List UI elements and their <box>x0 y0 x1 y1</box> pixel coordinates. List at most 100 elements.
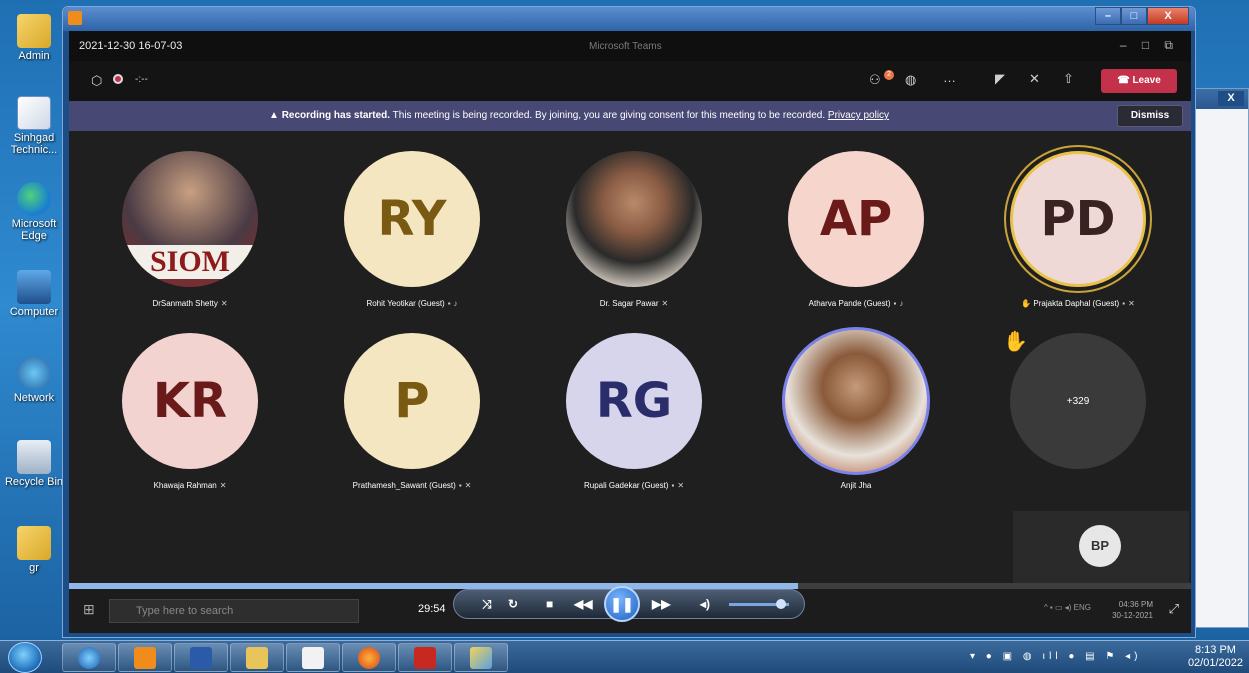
window-controls: – □ X <box>1095 7 1189 25</box>
stop-icon[interactable]: ■ <box>546 597 553 611</box>
desktop-icon-label: gr <box>29 562 39 574</box>
participant-name: Dr. Sagar Pawar ✕ <box>599 299 669 308</box>
participant-name: Rupali Gadekar (Guest) ▪ ✕ <box>583 481 685 490</box>
desktop-icon-recycle-bin[interactable]: Recycle Bin <box>4 440 64 488</box>
repeat-icon[interactable]: ↻ <box>508 597 518 611</box>
desktop-icon-edge[interactable]: Microsoft Edge <box>4 182 64 242</box>
shield-icon: ⬡ <box>91 73 103 88</box>
desktop-icon-gr[interactable]: gr <box>4 526 64 574</box>
warning-icon: ▲ <box>269 110 279 121</box>
fullscreen-icon[interactable]: ⤢ <box>1169 601 1179 617</box>
participants-icon[interactable]: ⚇ <box>869 72 881 88</box>
maximize-button[interactable]: □ <box>1121 7 1147 25</box>
recording-banner-message: This meeting is being recorded. By joini… <box>392 110 826 121</box>
participant-avatar: P <box>344 333 480 469</box>
mic-muted-icon[interactable]: ✕ <box>1029 71 1040 87</box>
desktop-icon-network[interactable]: Network <box>4 356 64 404</box>
close-button[interactable]: X <box>1147 7 1189 25</box>
acrobat-icon <box>414 647 436 669</box>
desktop-icon-label: Admin <box>18 50 50 62</box>
pause-button[interactable]: ❚❚ <box>604 586 640 622</box>
chat-icon[interactable]: ◍ <box>905 72 916 88</box>
desktop-icon-label: Network <box>13 392 55 404</box>
system-tray[interactable]: ▾ ● ▣ ◍ ıll ● ▤ ⚑ ◂) <box>970 651 1141 662</box>
participant-photo <box>566 151 702 287</box>
desktop-icon-admin[interactable]: Admin <box>4 14 64 62</box>
participant-tile[interactable]: RG Rupali Gadekar (Guest) ▪ ✕ <box>539 333 729 490</box>
more-options-icon[interactable]: … <box>943 70 956 85</box>
desktop-icon-sinhgad[interactable]: Sinhgad Technic... <box>4 96 64 156</box>
overflow-participants-tile[interactable]: ✋ +329 <box>983 331 1173 469</box>
desktop-icon-computer[interactable]: Computer <box>4 270 64 318</box>
raised-hand-icon: ✋ <box>1003 331 1028 353</box>
folder-icon <box>17 14 51 48</box>
taskbar-media-player[interactable] <box>118 643 172 672</box>
participant-tile[interactable]: RY Rohit Yeotikar (Guest) ▪ ♪ <box>317 151 507 308</box>
background-window-titlebar: X <box>1196 89 1248 109</box>
internet-explorer-icon <box>78 647 100 669</box>
elapsed-time: 29:54 <box>418 603 446 615</box>
computer-icon <box>17 270 51 304</box>
volume-icon[interactable]: ◂) <box>700 597 710 611</box>
recording-banner: ▲ Recording has started. This meeting is… <box>69 101 1191 131</box>
taskbar-explorer[interactable] <box>230 643 284 672</box>
mic-muted-icon: ✕ <box>219 481 227 490</box>
network-icon <box>17 356 51 390</box>
participant-name: ✋ Prajakta Daphal (Guest) ▪ ✕ <box>1021 299 1135 308</box>
paint-icon <box>470 647 492 669</box>
desktop-icon-label: Microsoft Edge <box>11 218 57 242</box>
taskbar-paint[interactable] <box>454 643 508 672</box>
participant-tile[interactable]: P Prathamesh_Sawant (Guest) ▪ ✕ <box>317 333 507 490</box>
camera-off-icon: ▪ <box>671 481 675 490</box>
share-screen-icon[interactable]: ⇧ <box>1063 71 1074 87</box>
taskbar-ie[interactable] <box>62 643 116 672</box>
shuffle-icon[interactable]: ⤨ <box>482 597 492 612</box>
folder-icon <box>246 647 268 669</box>
camera-off-icon: ▪ <box>458 481 462 490</box>
camera-off-icon: ▪ <box>447 299 451 308</box>
raised-hand-icon: ✋ <box>1021 299 1032 308</box>
mic-icon: ♪ <box>899 299 904 308</box>
camera-off-icon[interactable]: ◤ <box>995 71 1005 87</box>
windows-taskbar: ▾ ● ▣ ◍ ıll ● ▤ ⚑ ◂) 8:13 PM 02/01/2022 <box>0 640 1249 673</box>
recycle-bin-icon <box>17 440 51 474</box>
participant-tile[interactable]: AP Atharva Pande (Guest) ▪ ♪ <box>761 151 951 308</box>
participant-tile[interactable]: SIOM DrSanmath Shetty ✕ <box>95 151 285 308</box>
participant-tile[interactable]: Anjit Jha <box>761 327 951 490</box>
camera-off-icon: ▪ <box>1122 299 1126 308</box>
privacy-policy-link[interactable]: Privacy policy <box>828 110 889 121</box>
participant-name: DrSanmath Shetty ✕ <box>152 299 228 308</box>
taskbar-notepad[interactable] <box>286 643 340 672</box>
fast-forward-icon[interactable]: ▶▶ <box>652 597 670 611</box>
self-view: BP <box>1013 511 1189 587</box>
participant-avatar: RG <box>566 333 702 469</box>
participant-avatar: KR <box>122 333 258 469</box>
background-close-button[interactable]: X <box>1218 91 1244 106</box>
taskbar-acrobat[interactable] <box>398 643 452 672</box>
overflow-count: +329 <box>1010 333 1146 469</box>
participant-tile[interactable]: PD ✋ Prajakta Daphal (Guest) ▪ ✕ <box>983 151 1173 308</box>
meeting-timer: -:-- <box>135 74 148 85</box>
teams-meeting-view: 2021-12-30 16-07-03 Microsoft Teams – □ … <box>69 31 1191 587</box>
minimize-button[interactable]: – <box>1095 7 1121 25</box>
playback-controls: ⤨ ↻ ■ ◀◀ ❚❚ ▶▶ ◂) <box>453 586 805 622</box>
taskbar-firefox[interactable] <box>342 643 396 672</box>
participant-photo: SIOM <box>122 151 258 287</box>
rewind-icon[interactable]: ◀◀ <box>574 597 592 611</box>
leave-button[interactable]: ☎ Leave <box>1101 69 1177 93</box>
meeting-toolbar: ⬡ -:-- ⚇ 2 ◍ … ◤ ✕ ⇧ ☎ Leave <box>69 61 1191 101</box>
background-window: X <box>1195 88 1249 628</box>
system-clock[interactable]: 8:13 PM 02/01/2022 <box>1188 644 1243 670</box>
participant-tile[interactable]: Dr. Sagar Pawar ✕ <box>539 151 729 308</box>
volume-knob[interactable] <box>776 599 786 609</box>
mic-muted-icon: ✕ <box>464 481 472 490</box>
start-button[interactable] <box>8 642 42 673</box>
participant-tile[interactable]: KR Khawaja Rahman ✕ <box>95 333 285 490</box>
participant-avatar: PD <box>1010 151 1146 287</box>
edge-icon <box>17 182 51 216</box>
dismiss-button[interactable]: Dismiss <box>1117 105 1183 127</box>
teams-titlebar: 2021-12-30 16-07-03 Microsoft Teams – □ … <box>69 31 1191 61</box>
taskbar-word[interactable] <box>174 643 228 672</box>
participants-badge: 2 <box>884 70 894 80</box>
recording-indicator-icon <box>113 74 123 84</box>
